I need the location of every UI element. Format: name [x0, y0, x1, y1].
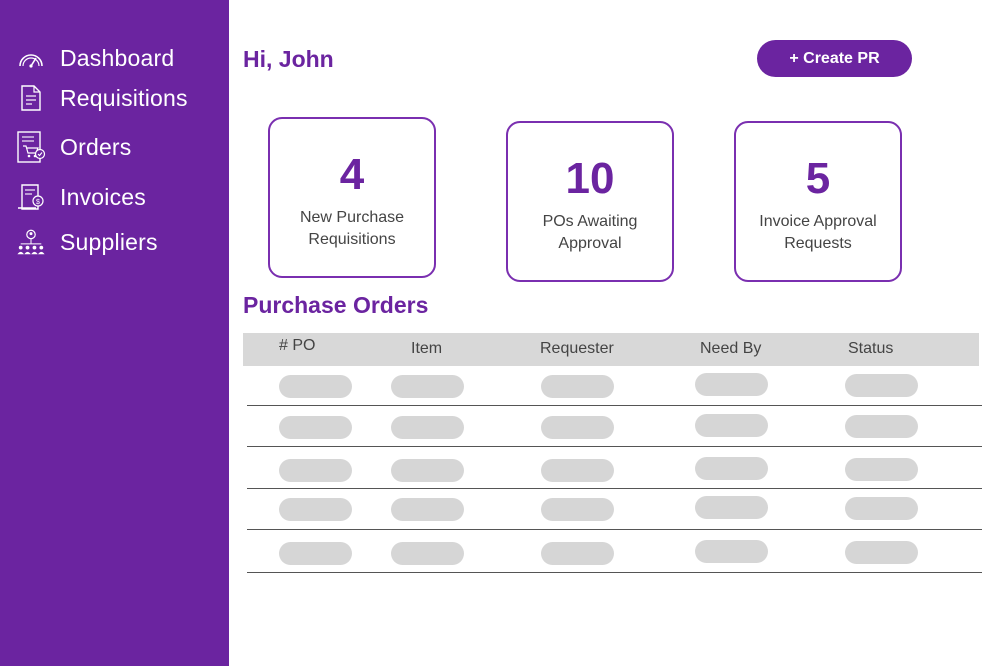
stat-card-invoice-approval[interactable]: 5 Invoice Approval Requests [734, 121, 902, 282]
column-header-requester[interactable]: Requester [540, 340, 614, 358]
stat-description: Invoice Approval Requests [736, 211, 900, 255]
placeholder-cell [541, 542, 614, 565]
placeholder-cell [695, 457, 768, 480]
column-header-status[interactable]: Status [848, 340, 893, 358]
placeholder-cell [541, 416, 614, 439]
placeholder-cell [845, 541, 918, 564]
document-icon [16, 83, 46, 113]
stat-card-new-requisitions[interactable]: 4 New Purchase Requisitions [268, 117, 436, 278]
placeholder-cell [541, 375, 614, 398]
placeholder-cell [391, 459, 464, 482]
column-header-po[interactable]: # PO [279, 337, 315, 355]
sidebar-item-requisitions[interactable]: Requisitions [16, 80, 188, 116]
sidebar-item-invoices[interactable]: $ Invoices [16, 179, 146, 215]
sidebar-item-suppliers[interactable]: Suppliers [16, 224, 158, 260]
table-row[interactable] [247, 366, 982, 406]
sidebar-item-orders[interactable]: Orders [16, 129, 132, 165]
placeholder-cell [845, 415, 918, 438]
svg-text:$: $ [36, 199, 40, 206]
stat-count: 4 [339, 150, 365, 199]
placeholder-cell [695, 373, 768, 396]
stat-description: POs Awaiting Approval [508, 211, 672, 255]
network-people-icon [16, 227, 46, 257]
invoice-icon: $ [16, 182, 46, 212]
stat-count: 10 [565, 154, 615, 203]
gauge-icon [16, 43, 46, 73]
stat-description: New Purchase Requisitions [270, 207, 434, 251]
sidebar-item-label: Requisitions [60, 84, 188, 111]
placeholder-cell [695, 496, 768, 519]
cart-document-icon [16, 131, 46, 163]
placeholder-cell [695, 540, 768, 563]
stat-description-line: New Purchase [299, 209, 405, 226]
placeholder-cell [391, 375, 464, 398]
stat-description-line: Requests [784, 235, 852, 252]
placeholder-cell [845, 374, 918, 397]
section-title-purchase-orders: Purchase Orders [243, 292, 429, 318]
placeholder-cell [695, 414, 768, 437]
sidebar-item-label: Dashboard [60, 44, 175, 71]
sidebar: Dashboard Requisitions Orders $ Invoices… [0, 0, 229, 666]
table-row[interactable] [247, 490, 982, 530]
placeholder-cell [391, 416, 464, 439]
table-row[interactable] [247, 447, 982, 489]
row-divider [247, 488, 982, 489]
stat-description-line: Requisitions [308, 231, 396, 248]
stat-count: 5 [805, 154, 831, 203]
greeting-title: Hi, John [243, 46, 334, 72]
stat-description-line: Approval [558, 235, 622, 252]
placeholder-cell [279, 375, 352, 398]
create-pr-button[interactable]: + Create PR [757, 40, 912, 77]
placeholder-cell [391, 498, 464, 521]
placeholder-cell [279, 459, 352, 482]
placeholder-cell [541, 459, 614, 482]
sidebar-item-label: Invoices [60, 183, 146, 210]
stat-description-line: Invoice Approval [759, 213, 877, 230]
placeholder-cell [279, 542, 352, 565]
placeholder-cell [279, 416, 352, 439]
column-header-item[interactable]: Item [411, 340, 442, 358]
column-header-need-by[interactable]: Need By [700, 340, 761, 358]
sidebar-item-label: Suppliers [60, 228, 158, 255]
stat-description-line: POs Awaiting [542, 213, 638, 230]
table-row[interactable] [247, 530, 982, 573]
table-header: # PO Item Requester Need By Status [243, 333, 979, 366]
placeholder-cell [845, 458, 918, 481]
table-row[interactable] [247, 406, 982, 447]
placeholder-cell [845, 497, 918, 520]
placeholder-cell [391, 542, 464, 565]
sidebar-item-label: Orders [60, 133, 132, 160]
placeholder-cell [279, 498, 352, 521]
placeholder-cell [541, 498, 614, 521]
stat-card-pos-awaiting[interactable]: 10 POs Awaiting Approval [506, 121, 674, 282]
sidebar-item-dashboard[interactable]: Dashboard [16, 40, 174, 76]
row-divider [247, 572, 982, 573]
